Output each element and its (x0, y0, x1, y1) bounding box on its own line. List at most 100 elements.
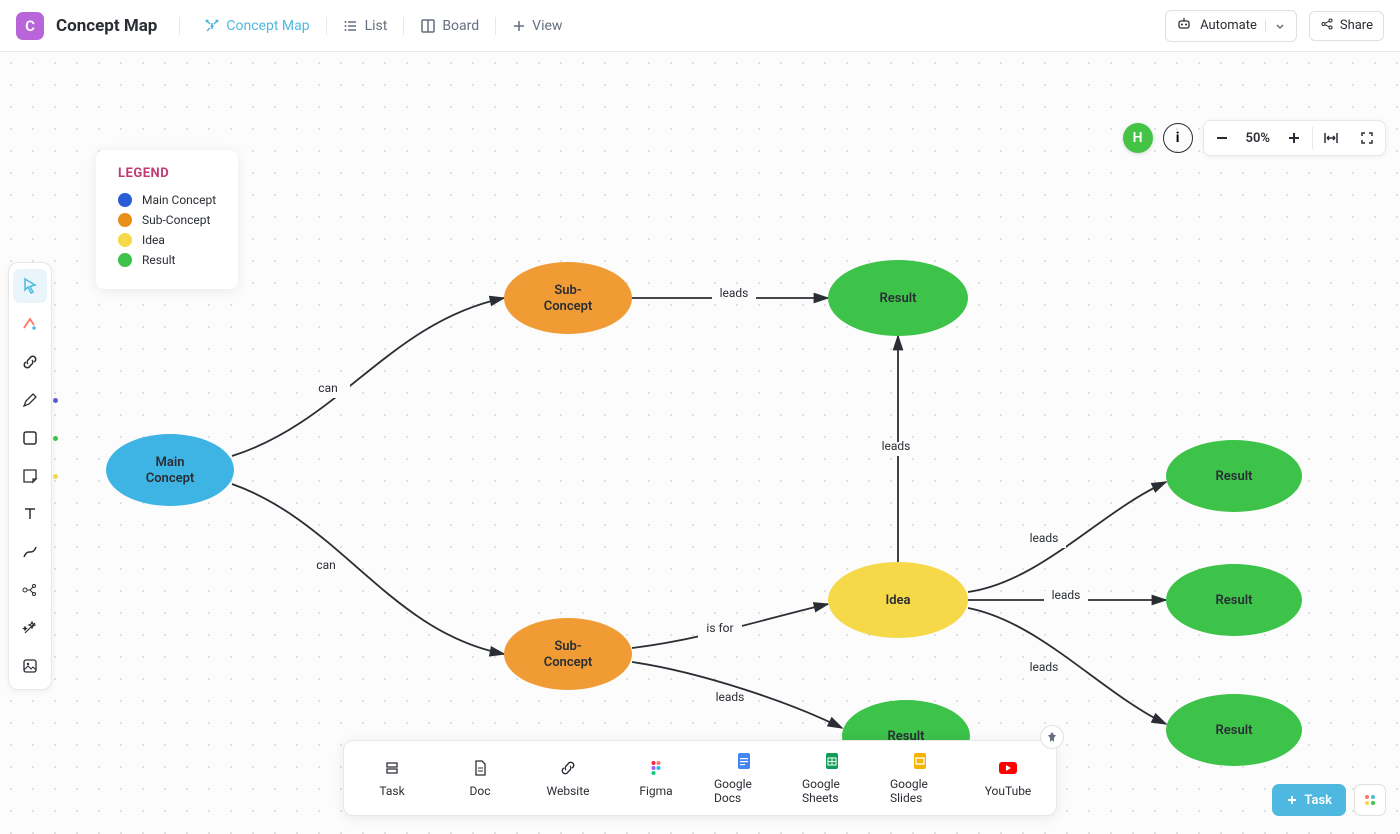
bottom-item-label: Google Docs (714, 777, 774, 805)
svg-text:Concept: Concept (146, 471, 195, 486)
avatar[interactable]: H (1123, 123, 1153, 153)
edge[interactable] (968, 482, 1166, 592)
edge-label[interactable]: leads (1030, 531, 1059, 545)
edge[interactable] (232, 298, 504, 456)
tab-list[interactable]: List (331, 12, 400, 40)
bottom-item-task[interactable]: Task (362, 758, 422, 798)
node-sub2[interactable]: Sub-Concept (504, 618, 632, 690)
figma-icon (646, 758, 666, 778)
legend-dot (118, 193, 132, 207)
fit-width-button[interactable] (1313, 120, 1349, 156)
node-res5[interactable]: Result (1166, 694, 1302, 766)
bottom-item-gsheets[interactable]: Google Sheets (802, 751, 862, 805)
info-button[interactable]: i (1163, 123, 1193, 153)
bottom-item-link[interactable]: Website (538, 758, 598, 798)
node-res1[interactable]: Result (828, 260, 968, 336)
edge[interactable] (968, 608, 1166, 724)
tab-concept-map[interactable]: Concept Map (192, 12, 321, 40)
share-icon (1320, 17, 1334, 35)
bottom-item-label: Figma (639, 784, 672, 798)
legend-item: Main Concept (118, 193, 216, 207)
fullscreen-button[interactable] (1349, 120, 1385, 156)
tab-label: View (532, 18, 562, 34)
mindmap-tool[interactable] (13, 573, 47, 607)
gsheets-icon (822, 751, 842, 771)
svg-text:Sub-: Sub- (554, 639, 582, 654)
separator (403, 17, 404, 35)
tab-board[interactable]: Board (408, 12, 491, 40)
task-button-label: Task (1304, 793, 1332, 808)
canvas[interactable]: can can leads is for leads leads leads leads lea… (0, 52, 1400, 834)
top-bar: C Concept Map Concept Map List Board (0, 0, 1400, 52)
add-task-button[interactable]: Task (1272, 784, 1346, 816)
text-tool[interactable] (13, 497, 47, 531)
zoom-controls: 50% (1203, 120, 1386, 156)
zoom-in-button[interactable] (1276, 120, 1312, 156)
node-res4[interactable]: Result (1166, 564, 1302, 636)
bottom-item-figma[interactable]: Figma (626, 758, 686, 798)
legend-dot (118, 253, 132, 267)
bottom-item-label: Task (379, 784, 404, 798)
node-main[interactable]: MainConcept (106, 434, 234, 506)
bottom-item-label: Doc (470, 784, 491, 798)
bottom-item-doc[interactable]: Doc (450, 758, 510, 798)
legend-label: Result (142, 253, 175, 267)
left-toolbar (8, 262, 52, 690)
svg-text:Concept: Concept (544, 655, 593, 670)
link-icon (558, 758, 578, 778)
connector-tool[interactable] (13, 535, 47, 569)
edge-label[interactable]: can (316, 558, 335, 572)
bottom-item-label: Website (547, 784, 590, 798)
edge-label[interactable]: leads (1030, 660, 1059, 674)
zoom-value[interactable]: 50% (1240, 131, 1276, 146)
chevron-down-icon[interactable] (1265, 20, 1286, 32)
sticky-tool[interactable] (13, 459, 47, 493)
pointer-tool[interactable] (13, 269, 47, 303)
legend[interactable]: LEGEND Main ConceptSub-ConceptIdeaResult (96, 150, 238, 289)
edge-label[interactable]: leads (1052, 588, 1081, 602)
tab-label: Concept Map (226, 18, 309, 34)
legend-item: Result (118, 253, 216, 267)
view-tabs: Concept Map List Board View (192, 12, 574, 40)
edge-label[interactable]: leads (716, 690, 745, 704)
node-sub1[interactable]: Sub-Concept (504, 262, 632, 334)
list-icon (343, 18, 359, 34)
link-tool[interactable] (13, 345, 47, 379)
svg-text:Sub-: Sub- (554, 283, 582, 298)
bottom-item-gslides[interactable]: Google Slides (890, 751, 950, 805)
app-title: Concept Map (56, 16, 157, 36)
legend-label: Idea (142, 233, 165, 247)
plus-icon (512, 19, 526, 33)
add-view-button[interactable]: View (500, 12, 574, 40)
ai-tool[interactable] (13, 307, 47, 341)
edge[interactable] (232, 484, 504, 654)
gdocs-icon (734, 751, 754, 771)
gslides-icon (910, 751, 930, 771)
edge-label[interactable]: can (318, 381, 337, 395)
shape-tool[interactable] (13, 421, 47, 455)
bottom-item-gdocs[interactable]: Google Docs (714, 751, 774, 805)
image-tool[interactable] (13, 649, 47, 683)
automate-button[interactable]: Automate (1165, 10, 1297, 42)
apps-button[interactable] (1354, 784, 1386, 816)
youtube-icon (998, 758, 1018, 778)
node-idea[interactable]: Idea (828, 562, 968, 638)
magic-tool[interactable] (13, 611, 47, 645)
pin-button[interactable] (1040, 725, 1064, 749)
share-button[interactable]: Share (1309, 11, 1384, 41)
task-icon (382, 758, 402, 778)
svg-text:Idea: Idea (885, 593, 910, 608)
edge-label[interactable]: leads (720, 286, 749, 300)
edge-label[interactable]: leads (882, 439, 911, 453)
legend-item: Sub-Concept (118, 213, 216, 227)
app-icon: C (16, 12, 44, 40)
node-res3[interactable]: Result (1166, 440, 1302, 512)
bottom-item-youtube[interactable]: YouTube (978, 758, 1038, 798)
edge-label[interactable]: is for (706, 621, 733, 635)
bottom-toolbar: Task Doc Website Figma Google Docs Google She… (343, 740, 1057, 816)
pen-tool[interactable] (13, 383, 47, 417)
tab-label: Board (442, 18, 479, 34)
zoom-out-button[interactable] (1204, 120, 1240, 156)
legend-dot (118, 213, 132, 227)
doc-icon (470, 758, 490, 778)
